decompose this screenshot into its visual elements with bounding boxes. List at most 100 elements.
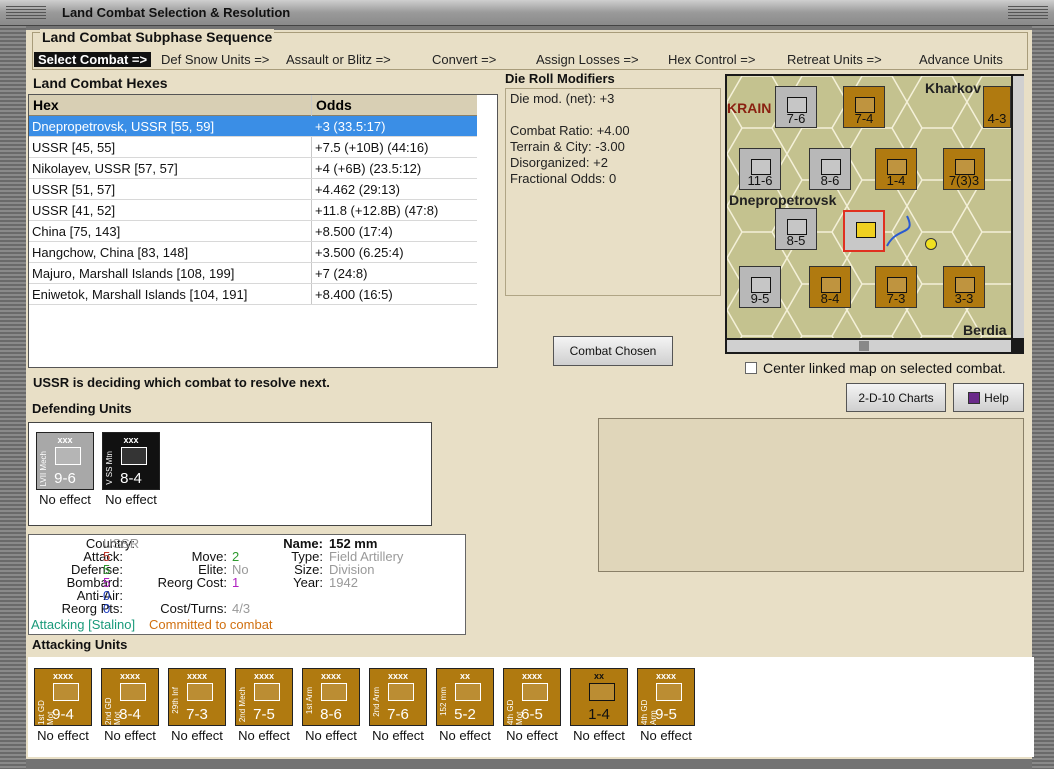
title-bar[interactable]: Land Combat Selection & Resolution bbox=[0, 0, 1054, 26]
hex-row[interactable]: Nikolayev, USSR [57, 57] +4 (+6B) (23.5:1… bbox=[29, 158, 477, 179]
map-horizontal-scrollbar[interactable] bbox=[727, 340, 1011, 352]
map-combat-hex-counter[interactable] bbox=[843, 210, 885, 252]
unit-effect: No effect bbox=[39, 492, 91, 507]
phase-advance: Advance Units bbox=[919, 52, 1003, 67]
unit-strength: 9-4 bbox=[52, 706, 74, 723]
map-city-dnepropetrovsk: Dnepropetrovsk bbox=[729, 192, 837, 208]
defending-unit-counter[interactable]: xxx LVII Mech 9-6 bbox=[36, 432, 94, 490]
unit-size: xxxx bbox=[387, 671, 409, 681]
hexes-title: Land Combat Hexes bbox=[33, 75, 168, 91]
drm-combat-ratio: Combat Ratio: +4.00 bbox=[510, 123, 630, 138]
hex-cell: Nikolayev, USSR [57, 57] bbox=[32, 161, 178, 176]
map-counter[interactable]: 9-5 bbox=[739, 266, 781, 308]
map-counter[interactable]: 4-3 bbox=[983, 86, 1011, 128]
odds-cell: +7.5 (+10B) (44:16) bbox=[315, 140, 429, 155]
attacking-unit-counter[interactable]: xxxx 29th Inf 7-3 bbox=[168, 668, 226, 726]
unit-strength: 9-5 bbox=[655, 706, 677, 723]
attacking-unit-counter[interactable]: xxxx 2nd Arm 7-6 bbox=[369, 668, 427, 726]
reorg-pts-label: Reorg Pts: bbox=[61, 601, 123, 616]
attacking-status: Attacking [Stalino] bbox=[31, 617, 136, 632]
attacking-unit-counter[interactable]: xxxx 1st GD Mot 9-4 bbox=[34, 668, 92, 726]
unit-size: xxxx bbox=[320, 671, 342, 681]
map-counter[interactable]: 3-3 bbox=[943, 266, 985, 308]
unit-strength: 7-6 bbox=[387, 706, 409, 723]
unit-type-icon bbox=[254, 683, 280, 701]
unit-type-icon bbox=[53, 683, 79, 701]
phase-assault: Assault or Blitz => bbox=[286, 52, 391, 67]
unit-effect: No effect bbox=[640, 728, 692, 743]
hex-cell: USSR [41, 52] bbox=[32, 203, 116, 218]
unit-effect: No effect bbox=[439, 728, 491, 743]
unit-size: xxxx bbox=[521, 671, 543, 681]
drm-box bbox=[505, 88, 721, 296]
col-hex-header[interactable]: Hex bbox=[29, 95, 311, 116]
attacking-unit-counter[interactable]: xxxx 2nd Mech 7-5 bbox=[235, 668, 293, 726]
unit-type-icon bbox=[589, 683, 615, 701]
combat-result-panel bbox=[598, 418, 1024, 572]
hex-row[interactable]: USSR [51, 57] +4.462 (29:13) bbox=[29, 179, 477, 200]
col-odds-header[interactable]: Odds bbox=[311, 95, 477, 116]
combat-hexes-table: Hex Odds Dnepropetrovsk, USSR [55, 59] +3… bbox=[28, 94, 498, 368]
map-counter[interactable]: 7-6 bbox=[775, 86, 817, 128]
hex-row[interactable]: USSR [41, 52] +11.8 (+12.8B) (47:8) bbox=[29, 200, 477, 221]
unit-strength: 7-3 bbox=[186, 706, 208, 723]
center-map-checkbox[interactable] bbox=[745, 362, 757, 374]
unit-effect: No effect bbox=[506, 728, 558, 743]
combat-chosen-button[interactable]: Combat Chosen bbox=[553, 336, 673, 366]
hex-cell: China [75, 143] bbox=[32, 224, 121, 239]
unit-type-icon bbox=[656, 683, 682, 701]
linked-map[interactable]: KRAIN Kharkov Dnepropetrovsk Berdia 7-6 … bbox=[725, 74, 1024, 354]
map-scroll-thumb[interactable] bbox=[859, 341, 869, 351]
attacking-unit-counter[interactable]: xxxx 4th GD Mot 6-5 bbox=[503, 668, 561, 726]
cost-turns-label: Cost/Turns: bbox=[160, 601, 227, 616]
unit-size: xxxx bbox=[52, 671, 74, 681]
map-counter[interactable]: 1-4 bbox=[875, 148, 917, 190]
attacking-unit-counter[interactable]: xx 152 mm 5-2 bbox=[436, 668, 494, 726]
attacking-unit-counter[interactable]: xxxx 2nd GD Mot 8-4 bbox=[101, 668, 159, 726]
phase-select-combat: Select Combat => bbox=[34, 52, 152, 67]
map-vertical-scrollbar[interactable] bbox=[1013, 76, 1024, 338]
hex-row[interactable]: Dnepropetrovsk, USSR [55, 59] +3 (33.5:17… bbox=[29, 116, 477, 137]
help-label: Help bbox=[984, 391, 1009, 405]
attacking-title: Attacking Units bbox=[32, 637, 128, 652]
drm-net: Die mod. (net): +3 bbox=[510, 91, 615, 106]
map-counter[interactable]: 7-3 bbox=[875, 266, 917, 308]
title-grip-right bbox=[1008, 6, 1048, 20]
help-button[interactable]: Help bbox=[953, 383, 1024, 412]
drm-title: Die Roll Modifiers bbox=[505, 71, 615, 86]
hex-row[interactable]: Hangchow, China [83, 148] +3.500 (6.25:4) bbox=[29, 242, 477, 263]
map-counter[interactable]: 8-4 bbox=[809, 266, 851, 308]
unit-type-icon bbox=[455, 683, 481, 701]
map-counter[interactable]: 7(3)3 bbox=[943, 148, 985, 190]
unit-strength: 6-5 bbox=[521, 706, 543, 723]
phase-title: Land Combat Subphase Sequence bbox=[40, 29, 275, 45]
odds-cell: +4.462 (29:13) bbox=[315, 182, 400, 197]
unit-type-icon bbox=[121, 447, 147, 465]
unit-effect: No effect bbox=[37, 728, 89, 743]
hex-cell: Hangchow, China [83, 148] bbox=[32, 245, 189, 260]
hex-row[interactable]: China [75, 143] +8.500 (17:4) bbox=[29, 221, 477, 242]
hex-row[interactable]: USSR [45, 55] +7.5 (+10B) (44:16) bbox=[29, 137, 477, 158]
hex-cell: USSR [45, 55] bbox=[32, 140, 116, 155]
dialog-window: Land Combat Selection & Resolution Land … bbox=[0, 0, 1054, 769]
charts-button[interactable]: 2-D-10 Charts bbox=[846, 383, 946, 412]
unit-info-panel: Country: USSR Attack: 5 Defense: 5 Bomba… bbox=[28, 534, 466, 635]
phase-assign-losses: Assign Losses => bbox=[536, 52, 639, 67]
map-viewport[interactable]: KRAIN Kharkov Dnepropetrovsk Berdia 7-6 … bbox=[727, 76, 1011, 338]
attacking-unit-counter[interactable]: xxxx 4th GD Arm 9-5 bbox=[637, 668, 695, 726]
map-counter[interactable]: 8-5 bbox=[775, 208, 817, 250]
attacking-unit-counter[interactable]: xx 1-4 bbox=[570, 668, 628, 726]
defending-unit-counter[interactable]: xxx V SS Mtn 8-4 bbox=[102, 432, 160, 490]
map-counter[interactable]: 11-6 bbox=[739, 148, 781, 190]
attacking-unit-counter[interactable]: xxxx 1st Arm 8-6 bbox=[302, 668, 360, 726]
unit-effect: No effect bbox=[171, 728, 223, 743]
map-city-berdia: Berdia bbox=[963, 322, 1007, 338]
drm-terrain: Terrain & City: -3.00 bbox=[510, 139, 625, 154]
map-counter[interactable]: 8-6 bbox=[809, 148, 851, 190]
hex-row[interactable]: Majuro, Marshall Islands [108, 199] +7 (2… bbox=[29, 263, 477, 284]
unit-effect: No effect bbox=[573, 728, 625, 743]
hex-cell: Dnepropetrovsk, USSR [55, 59] bbox=[32, 119, 215, 134]
map-counter[interactable]: 7-4 bbox=[843, 86, 885, 128]
hex-row[interactable]: Eniwetok, Marshall Islands [104, 191] +8.… bbox=[29, 284, 477, 305]
defending-title: Defending Units bbox=[32, 401, 132, 416]
